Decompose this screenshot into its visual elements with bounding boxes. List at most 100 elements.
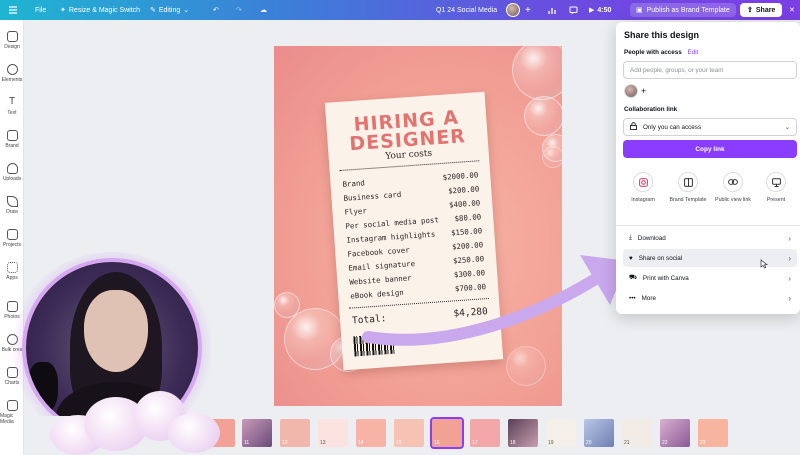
more-row[interactable]: ••• More ›	[623, 289, 797, 307]
page-number: 16	[434, 440, 440, 446]
share-option-present[interactable]: Present	[754, 172, 798, 203]
rail-item-projects[interactable]: Projects	[0, 229, 24, 248]
add-people-input[interactable]: Add people, groups, or your team	[623, 61, 797, 79]
share-on-social-row[interactable]: ♥ Share on social ›	[623, 249, 797, 267]
chevron-right-icon: ›	[788, 293, 791, 303]
cloud-puff	[168, 413, 220, 453]
chevron-right-icon: ›	[788, 253, 791, 263]
folder-icon	[6, 229, 18, 240]
option-label: Brand Template	[669, 197, 707, 203]
avatar	[506, 3, 520, 17]
collaborator-avatar[interactable]	[506, 0, 520, 20]
mouse-cursor	[760, 259, 768, 269]
item-price: $200.00	[447, 184, 480, 196]
page-thumbnail[interactable]: 12	[280, 419, 310, 447]
page-number: 22	[662, 440, 668, 446]
page-thumbnail[interactable]: 20	[584, 419, 614, 447]
rail-label: Uploads	[2, 176, 22, 182]
option-label: Present	[766, 197, 786, 203]
cloud-save-icon[interactable]: ☁	[260, 0, 267, 20]
people-access-row: People with access Edit	[624, 49, 698, 56]
resize-magic-switch-button[interactable]: ✦ Resize & Magic Switch	[60, 0, 140, 20]
rail-label: Design	[4, 44, 20, 50]
apps-icon	[6, 262, 18, 273]
page-thumbnail[interactable]: 23	[698, 419, 728, 447]
page-thumbnail[interactable]: 18	[508, 419, 538, 447]
page-number: 14	[358, 440, 364, 446]
heart-icon: ♥	[629, 254, 633, 262]
rail-item-magic-media[interactable]: Magic Media	[0, 400, 24, 425]
rail-label: Projects	[2, 242, 22, 248]
page-number: 18	[510, 440, 516, 446]
download-row[interactable]: ⤓ Download ›	[623, 229, 797, 247]
page-thumbnail[interactable]: 15	[394, 419, 424, 447]
rail-item-design[interactable]: Design	[0, 31, 24, 50]
page-thumbnail[interactable]: 19	[546, 419, 576, 447]
page-number: 13	[320, 440, 326, 446]
redo-icon[interactable]: ↷	[236, 0, 242, 20]
rail-label: Brand	[5, 143, 19, 149]
comment-icon[interactable]	[569, 0, 578, 20]
rail-item-apps[interactable]: Apps	[0, 262, 24, 281]
pencil-icon: ✎	[150, 7, 156, 14]
avatar[interactable]	[624, 84, 638, 98]
publish-brand-template-button[interactable]: ▣ Publish as Brand Template	[630, 0, 736, 20]
page-thumbnail[interactable]: 17	[470, 419, 500, 447]
menu-icon[interactable]	[8, 0, 18, 20]
page-thumbnail-selected[interactable]: 16	[430, 417, 464, 449]
add-icon[interactable]: +	[641, 86, 646, 96]
download-icon: ⤓	[629, 234, 632, 241]
link-access-dropdown[interactable]: Only you can access ⌄	[623, 118, 797, 136]
analytics-icon[interactable]	[548, 0, 557, 20]
page-thumbnail[interactable]: 21	[622, 419, 652, 447]
page-thumbnail[interactable]: 13	[318, 419, 348, 447]
bubble-decoration	[274, 292, 300, 318]
add-people-placeholder: Add people, groups, or your team	[630, 66, 724, 74]
share-panel-title: Share this design	[624, 30, 700, 40]
file-menu[interactable]: File	[35, 0, 46, 20]
share-option-brand-template[interactable]: Brand Template	[666, 172, 710, 203]
rail-item-draw[interactable]: Draw	[0, 196, 24, 215]
upload-cloud-icon	[6, 163, 18, 174]
access-value: Only you can access	[643, 123, 702, 131]
bubble-decoration	[512, 46, 562, 100]
edit-access-link[interactable]: Edit	[688, 49, 699, 56]
page-number: 11	[244, 440, 250, 446]
item-name: Per social media post	[345, 215, 440, 231]
editing-mode-dropdown[interactable]: ✎ Editing ⌄	[150, 0, 189, 20]
page-number: 19	[548, 440, 554, 446]
add-collaborator-icon[interactable]: +	[525, 0, 531, 20]
rail-label: Apps	[6, 275, 18, 281]
page-thumbnail[interactable]: 22	[660, 419, 690, 447]
lock-icon	[630, 122, 637, 132]
instagram-icon	[633, 172, 653, 192]
undo-icon[interactable]: ↶	[213, 0, 219, 20]
rail-item-elements[interactable]: Elements	[0, 64, 24, 83]
sparkle-icon: ✦	[60, 7, 66, 14]
row-label: Print with Canva	[642, 274, 689, 282]
share-label: Share	[755, 6, 776, 14]
play-icon: ▶	[589, 7, 595, 14]
share-option-instagram[interactable]: Instagram	[621, 172, 665, 203]
chevron-right-icon: ›	[788, 233, 791, 243]
rail-item-uploads[interactable]: Uploads	[0, 163, 24, 182]
item-name: Instagram highlights	[346, 229, 436, 245]
share-button[interactable]: ⇪ Share	[740, 0, 783, 20]
chevron-down-icon: ⌄	[183, 7, 190, 14]
photo-icon	[6, 301, 18, 312]
share-option-public-view-link[interactable]: Public view link	[711, 172, 755, 203]
brand-template-icon	[678, 172, 698, 192]
copy-link-button[interactable]: Copy link	[623, 140, 797, 158]
page-thumbnail[interactable]: 11	[242, 419, 272, 447]
row-label: Share on social	[638, 254, 683, 262]
present-timer-button[interactable]: ▶ 4:50	[589, 0, 611, 20]
document-title[interactable]: Q1 24 Social Media	[436, 0, 497, 20]
print-with-canva-row[interactable]: ⛟ Print with Canva ›	[623, 269, 797, 287]
page-number: 21	[624, 440, 630, 446]
rail-label: Magic Media	[0, 413, 14, 425]
presenter-face	[84, 290, 148, 372]
rail-item-brand[interactable]: Brand	[0, 130, 24, 149]
close-icon[interactable]: ✕	[789, 0, 795, 20]
rail-item-text[interactable]: T Text	[0, 97, 24, 117]
page-thumbnail[interactable]: 14	[356, 419, 386, 447]
